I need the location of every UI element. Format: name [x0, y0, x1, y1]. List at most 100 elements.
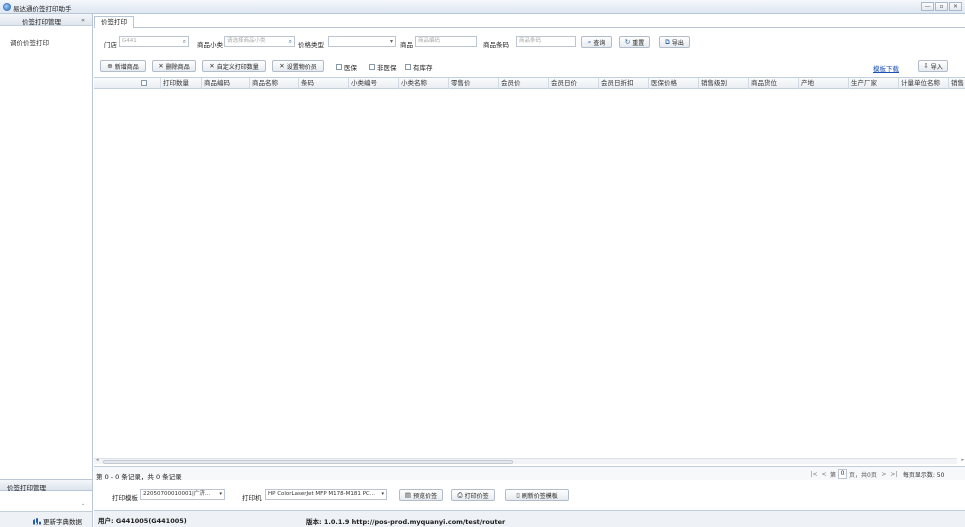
- select-all-checkbox[interactable]: [141, 80, 147, 86]
- prev-page-button[interactable]: <: [820, 471, 828, 478]
- search-icon: ⌕: [587, 37, 592, 46]
- col-member-price[interactable]: 会员价: [498, 78, 548, 89]
- col-member-day-discount[interactable]: 会员日折扣: [598, 78, 648, 89]
- col-sales-level[interactable]: 销售级别: [698, 78, 748, 89]
- template-label: 打印模板: [112, 494, 138, 502]
- col-retail-price[interactable]: 零售价: [448, 78, 498, 89]
- tab-price-label-print[interactable]: 价签打印: [94, 16, 134, 28]
- app-icon: [3, 3, 11, 11]
- product-code-input[interactable]: 商品编码: [415, 36, 477, 47]
- col-member-day-price[interactable]: 会员日价: [548, 78, 598, 89]
- chevron-down-icon: ▾: [381, 491, 384, 497]
- printer-select[interactable]: HP ColorLaserJet MFP M178-M181 PC... ▾: [265, 489, 387, 500]
- reset-button[interactable]: ↻ 重置: [619, 36, 650, 48]
- col-subclass-name[interactable]: 小类名称: [398, 78, 448, 89]
- product-table: 打印数量 商品编码 商品名称 条码 小类编号 小类名称 零售价 会员价 会员日价…: [94, 77, 965, 455]
- export-button[interactable]: ⧉ 导出: [659, 36, 690, 48]
- search-button[interactable]: ⌕ 查询: [581, 36, 612, 48]
- col-barcode[interactable]: 条码: [298, 78, 348, 89]
- preview-label-button[interactable]: ▤ 预览价签: [399, 489, 443, 501]
- collapse-icon[interactable]: «: [81, 16, 85, 24]
- store-input[interactable]: G441 ⌕: [119, 36, 189, 47]
- medical-insurance-checkbox[interactable]: 医保: [336, 62, 357, 72]
- filter-bar: 门店 G441 ⌕ 商品小类 请选择商品小类 ⌕ 价格类型 ▾ 商品 商品编码 …: [94, 36, 965, 50]
- col-product-name[interactable]: 商品名称: [249, 78, 298, 89]
- template-value: 22050700010001|广济...: [143, 491, 211, 497]
- export-icon: ⧉: [665, 37, 670, 46]
- store-label: 门店: [104, 41, 117, 49]
- version-info: 版本: 1.0.1.9 http://pos-prod.myquanyi.com…: [306, 518, 506, 526]
- col-print-qty[interactable]: 打印数量: [160, 78, 201, 89]
- sidebar-item-price-adjust-print[interactable]: 调价价签打印: [10, 37, 49, 47]
- col-product-location[interactable]: 商品货位: [748, 78, 798, 89]
- chevron-down-icon: ▾: [219, 491, 222, 497]
- maximize-button[interactable]: ▫: [935, 2, 948, 11]
- wrench-icon: ✕: [279, 62, 285, 70]
- product-code-placeholder: 商品编码: [418, 38, 441, 44]
- last-page-button[interactable]: >|: [890, 471, 898, 478]
- in-stock-checkbox[interactable]: 有库存: [405, 62, 433, 72]
- printer-value: HP ColorLaserJet MFP M178-M181 PC...: [268, 491, 376, 497]
- window-title: 易达通价签打印助手: [13, 5, 72, 13]
- export-button-label: 导出: [671, 39, 684, 47]
- horizontal-scrollbar[interactable]: ◂ ▸: [94, 457, 964, 464]
- subclass-input[interactable]: 请选择商品小类 ⌕: [224, 36, 295, 47]
- delete-product-button[interactable]: ✕ 删除商品: [152, 60, 196, 72]
- sidebar-footer: 更新字典数据: [0, 511, 92, 527]
- page-prefix: 第: [830, 471, 837, 479]
- refresh-dictionary-button[interactable]: 更新字典数据: [33, 516, 82, 526]
- add-product-button[interactable]: ⊕ 新增商品: [100, 60, 146, 72]
- template-download-link[interactable]: 模板下载: [873, 63, 899, 73]
- sidebar-bottom-panel[interactable]: 价签打印管理: [0, 479, 92, 492]
- table-header: 打印数量 商品编码 商品名称 条码 小类编号 小类名称 零售价 会员价 会员日价…: [94, 78, 965, 89]
- scroll-right-icon[interactable]: ▸: [961, 457, 964, 463]
- sidebar-bottom-title: 价签打印管理: [7, 484, 46, 492]
- col-sales[interactable]: 销售: [948, 78, 965, 89]
- first-page-button[interactable]: |<: [810, 471, 818, 478]
- barcode-input[interactable]: 商品条码: [516, 36, 576, 47]
- refresh-template-text: 刷新价签模板: [521, 492, 558, 500]
- scrollbar-thumb[interactable]: [103, 460, 513, 464]
- checkbox-box[interactable]: [369, 64, 375, 70]
- document-icon: ▯: [516, 491, 520, 499]
- sidebar-header: 价签打印管理 «: [0, 14, 92, 26]
- minimize-button[interactable]: —: [921, 2, 934, 11]
- search-icon: ⌕: [288, 38, 292, 45]
- print-label-button[interactable]: ⎙ 打印价签: [451, 489, 495, 501]
- wrench-icon: ✕: [209, 62, 215, 70]
- per-page-info: 每页显示数: 50: [902, 471, 945, 479]
- set-price-clerk-button[interactable]: ✕ 设置物价员: [272, 60, 324, 72]
- refresh-template-button[interactable]: ▯ 刷新价签模板: [505, 489, 569, 501]
- non-medical-insurance-checkbox[interactable]: 非医保: [369, 62, 397, 72]
- col-product-code[interactable]: 商品编码: [201, 78, 249, 89]
- checkbox-box[interactable]: [336, 64, 342, 70]
- sidebar-header-title: 价签打印管理: [22, 18, 61, 26]
- price-type-select[interactable]: ▾: [328, 36, 396, 47]
- template-select[interactable]: 22050700010001|广济... ▾: [140, 489, 225, 500]
- tab-bar: 价签打印: [94, 14, 965, 28]
- import-icon: ⇩: [923, 62, 929, 70]
- medical-insurance-label: 医保: [344, 64, 357, 72]
- status-bar: 用户: G441005(G441005) 版本: 1.0.1.9 http://…: [94, 510, 965, 527]
- col-unit-name[interactable]: 计量单位名称: [898, 78, 948, 89]
- next-page-button[interactable]: >: [880, 471, 888, 478]
- printer-label: 打印机: [242, 494, 262, 502]
- import-button[interactable]: ⇩ 导入: [918, 60, 948, 72]
- checkbox-box[interactable]: [405, 64, 411, 70]
- col-subclass-code[interactable]: 小类编号: [348, 78, 398, 89]
- col-origin[interactable]: 产地: [798, 78, 848, 89]
- close-button[interactable]: ✕: [949, 2, 962, 11]
- subclass-label: 商品小类: [197, 41, 223, 49]
- add-product-label: 新增商品: [114, 63, 139, 71]
- print-controls: 打印模板 22050700010001|广济... ▾ 打印机 HP Color…: [94, 487, 965, 503]
- col-insurance-price[interactable]: 医保价格: [648, 78, 698, 89]
- chevron-down-icon[interactable]: ⌄: [81, 501, 85, 507]
- custom-print-qty-button[interactable]: ✕ 自定义打印数量: [202, 60, 266, 72]
- page-number-input[interactable]: 0: [838, 469, 848, 479]
- store-value: G441: [122, 38, 137, 44]
- scroll-left-icon[interactable]: ◂: [96, 457, 99, 463]
- record-info: 第 0 - 0 条记录，共 0 条记录: [96, 473, 182, 481]
- price-type-label: 价格类型: [298, 41, 324, 49]
- col-manufacturer[interactable]: 生产厂家: [848, 78, 898, 89]
- barcode-placeholder: 商品条码: [519, 38, 542, 44]
